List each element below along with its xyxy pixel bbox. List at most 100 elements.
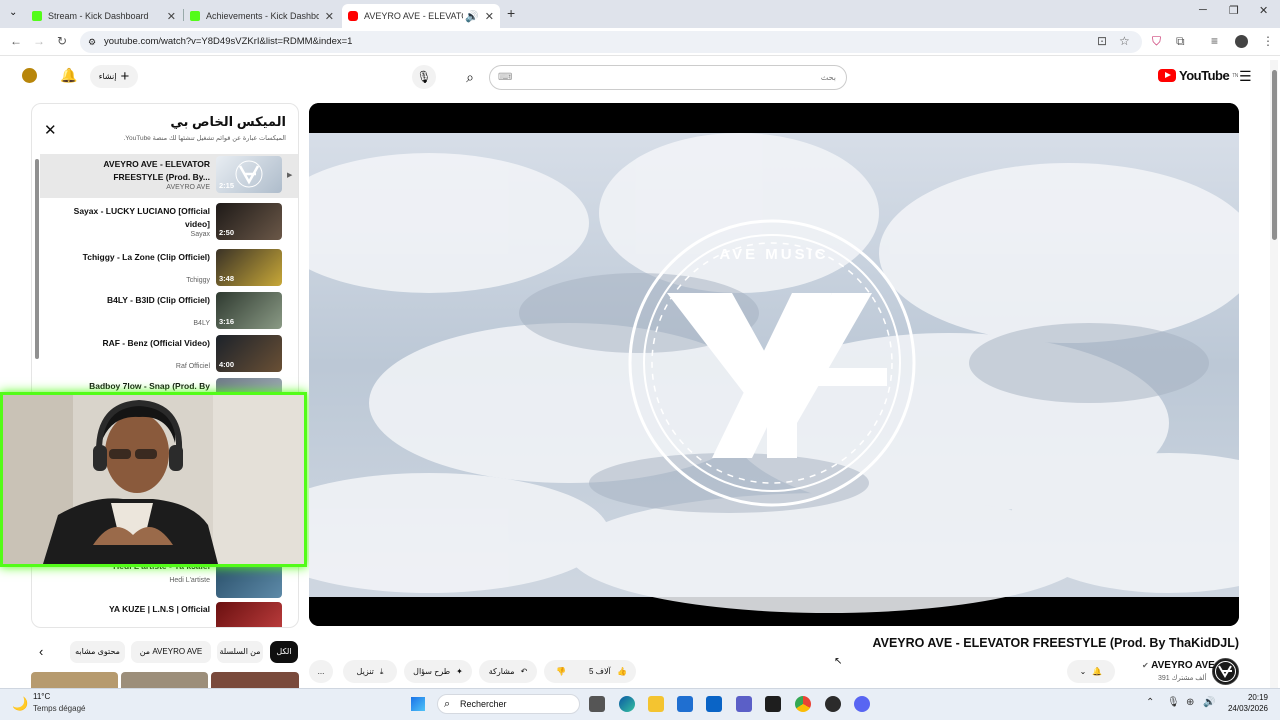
subscribe-bell-button[interactable]: ⌄ 🔔: [1067, 660, 1115, 683]
task-view-icon[interactable]: [589, 696, 605, 712]
chip-scroll-left-icon[interactable]: ‹: [39, 644, 43, 659]
restore-icon[interactable]: ❐: [1229, 4, 1239, 17]
close-window-icon[interactable]: ✕: [1259, 4, 1268, 17]
microsoft-store-icon[interactable]: [677, 696, 693, 712]
browser-menu-icon[interactable]: ⋮: [1262, 34, 1274, 48]
playlist-item[interactable]: 2:50 Sayax - LUCKY LUCIANO [Official vid…: [40, 201, 298, 245]
discord-icon[interactable]: [854, 696, 870, 712]
install-app-icon[interactable]: ⊡: [1097, 34, 1107, 48]
video-thumbnail[interactable]: 2:15: [216, 156, 282, 193]
tab-stream[interactable]: Stream - Kick Dashboard ✕: [26, 4, 182, 28]
close-tab-icon[interactable]: ✕: [167, 10, 176, 23]
guide-menu-icon[interactable]: ☰: [1239, 68, 1252, 85]
close-tab-icon[interactable]: ✕: [325, 10, 334, 23]
microphone-icon[interactable]: 🎙: [1167, 697, 1180, 708]
video-thumbnail[interactable]: 3:48: [216, 249, 282, 286]
media-controls-icon[interactable]: ≡: [1211, 34, 1218, 48]
close-playlist-icon[interactable]: ✕: [44, 121, 57, 139]
video-title[interactable]: RAF - Benz (Official Video): [60, 337, 210, 350]
outlook-icon[interactable]: [706, 696, 722, 712]
video-title[interactable]: B4LY - B3ID (Clip Officiel): [60, 294, 210, 307]
weather-temperature[interactable]: 11°C: [33, 692, 50, 701]
windows-start-icon[interactable]: [410, 696, 426, 712]
taskbar-search-box[interactable]: ⌕ Rechercher: [437, 694, 580, 714]
video-thumbnail[interactable]: 2:50: [216, 203, 282, 240]
audio-playing-icon[interactable]: 🔊: [465, 10, 479, 23]
chip-similar-content[interactable]: محتوى مشابه: [70, 641, 125, 663]
tab-search-icon[interactable]: ⌄: [9, 7, 17, 18]
chip-from-series[interactable]: من السلسلة: [217, 641, 263, 663]
video-thumbnail[interactable]: 4:00: [216, 335, 282, 372]
teams-icon[interactable]: [736, 696, 752, 712]
minimize-icon[interactable]: ─: [1199, 4, 1207, 16]
channel-name[interactable]: ✔ AVEYRO AVE: [1142, 660, 1215, 671]
like-count[interactable]: 5 آلاف: [589, 667, 611, 676]
playlist-item[interactable]: 3:48 Tchiggy - La Zone (Clip Officiel) T…: [40, 247, 298, 291]
chip-all[interactable]: الكل: [270, 641, 298, 663]
youtube-logo[interactable]: YouTube TN: [1158, 68, 1238, 83]
video-thumbnail[interactable]: [121, 672, 208, 688]
video-title[interactable]: Tchiggy - La Zone (Clip Officiel): [60, 251, 210, 264]
video-channel[interactable]: Tchiggy: [186, 277, 210, 284]
channel-avatar[interactable]: [1212, 658, 1239, 685]
chip-from-channel[interactable]: من AVEYRO AVE: [131, 641, 211, 663]
playlist-scrollbar[interactable]: [35, 159, 39, 359]
address-bar[interactable]: ⚙ youtube.com/watch?v=Y8D49sVZKrI&list=R…: [80, 31, 1142, 53]
reload-icon[interactable]: ↻: [57, 34, 67, 48]
video-player[interactable]: AVE MUSIC: [309, 103, 1239, 626]
video-channel[interactable]: Hedi L'artiste: [169, 577, 210, 584]
video-channel[interactable]: Raf Officiel: [176, 363, 210, 370]
video-thumbnail[interactable]: [211, 672, 299, 688]
video-title[interactable]: YA KUZE | L.N.S | Official: [60, 603, 210, 616]
video-thumbnail[interactable]: [31, 672, 118, 688]
tab-achievements[interactable]: Achievements - Kick Dashboard ✕: [184, 4, 340, 28]
weather-description[interactable]: Temps dégagé: [33, 704, 85, 713]
playlist-item[interactable]: ▶ 2:15 AVEYRO AVE - ELEVATOR FREESTYLE (…: [40, 154, 298, 198]
video-channel[interactable]: B4LY: [193, 320, 210, 327]
obs-icon[interactable]: [825, 696, 841, 712]
site-info-icon[interactable]: ⚙: [88, 31, 96, 53]
extension-shield-icon[interactable]: ⛉: [1152, 34, 1161, 49]
dislike-icon[interactable]: 👎: [556, 667, 566, 676]
edge-browser-icon[interactable]: [619, 696, 635, 712]
video-thumbnail[interactable]: 3:16: [216, 292, 282, 329]
volume-icon[interactable]: 🔊: [1203, 697, 1215, 708]
like-icon[interactable]: 👍: [617, 667, 627, 676]
back-icon[interactable]: ←: [10, 34, 22, 48]
playlist-item[interactable]: YA KUZE | L.N.S | Official: [40, 600, 298, 627]
taskbar-clock[interactable]: 20:19 24/03/2026: [1218, 692, 1268, 714]
search-icon[interactable]: ⌕: [452, 65, 488, 90]
forward-icon[interactable]: →: [33, 34, 45, 48]
weather-icon[interactable]: 🌙: [12, 696, 28, 712]
page-scrollbar[interactable]: [1270, 60, 1278, 688]
search-input[interactable]: ⌨ بحث: [489, 65, 847, 90]
chrome-icon[interactable]: [795, 696, 811, 712]
network-icon[interactable]: ⊕: [1186, 697, 1194, 708]
account-avatar[interactable]: [22, 68, 37, 83]
video-thumbnail[interactable]: [216, 602, 282, 627]
video-title[interactable]: Sayax - LUCKY LUCIANO [Official video]: [60, 205, 210, 231]
video-channel[interactable]: Sayax: [191, 231, 210, 238]
voice-search-mic-icon[interactable]: 🎙: [412, 65, 436, 89]
tray-overflow-icon[interactable]: ⌃: [1146, 697, 1154, 708]
create-button[interactable]: إنشاء +: [90, 65, 138, 88]
tab-youtube[interactable]: AVEYRO AVE - ELEVATOR FR 🔊 ✕: [342, 4, 500, 28]
new-tab-button[interactable]: +: [507, 5, 515, 21]
playlist-item[interactable]: 3:16 B4LY - B3ID (Clip Officiel) B4LY: [40, 290, 298, 334]
profile-avatar[interactable]: [1235, 35, 1248, 48]
video-title[interactable]: AVEYRO AVE - ELEVATOR FREESTYLE (Prod. B…: [60, 158, 210, 184]
close-tab-icon[interactable]: ✕: [485, 10, 494, 23]
extensions-puzzle-icon[interactable]: ⧉: [1176, 34, 1185, 49]
scrollbar-thumb[interactable]: [1272, 70, 1277, 240]
bookmark-star-icon[interactable]: ☆: [1119, 34, 1130, 48]
keyboard-icon[interactable]: ⌨: [498, 66, 512, 89]
download-button[interactable]: تنزيل ⤓: [343, 660, 397, 683]
share-button[interactable]: مشاركة ↶: [479, 660, 537, 683]
notifications-bell-icon[interactable]: 🔔: [60, 67, 77, 84]
ask-button[interactable]: طرح سؤال ✦: [404, 660, 472, 683]
more-actions-button[interactable]: ...: [309, 660, 333, 683]
playlist-item[interactable]: 4:00 RAF - Benz (Official Video) Raf Off…: [40, 333, 298, 377]
terminal-app-icon[interactable]: [765, 696, 781, 712]
file-explorer-icon[interactable]: [648, 696, 664, 712]
video-channel[interactable]: AVEYRO AVE: [166, 184, 210, 191]
